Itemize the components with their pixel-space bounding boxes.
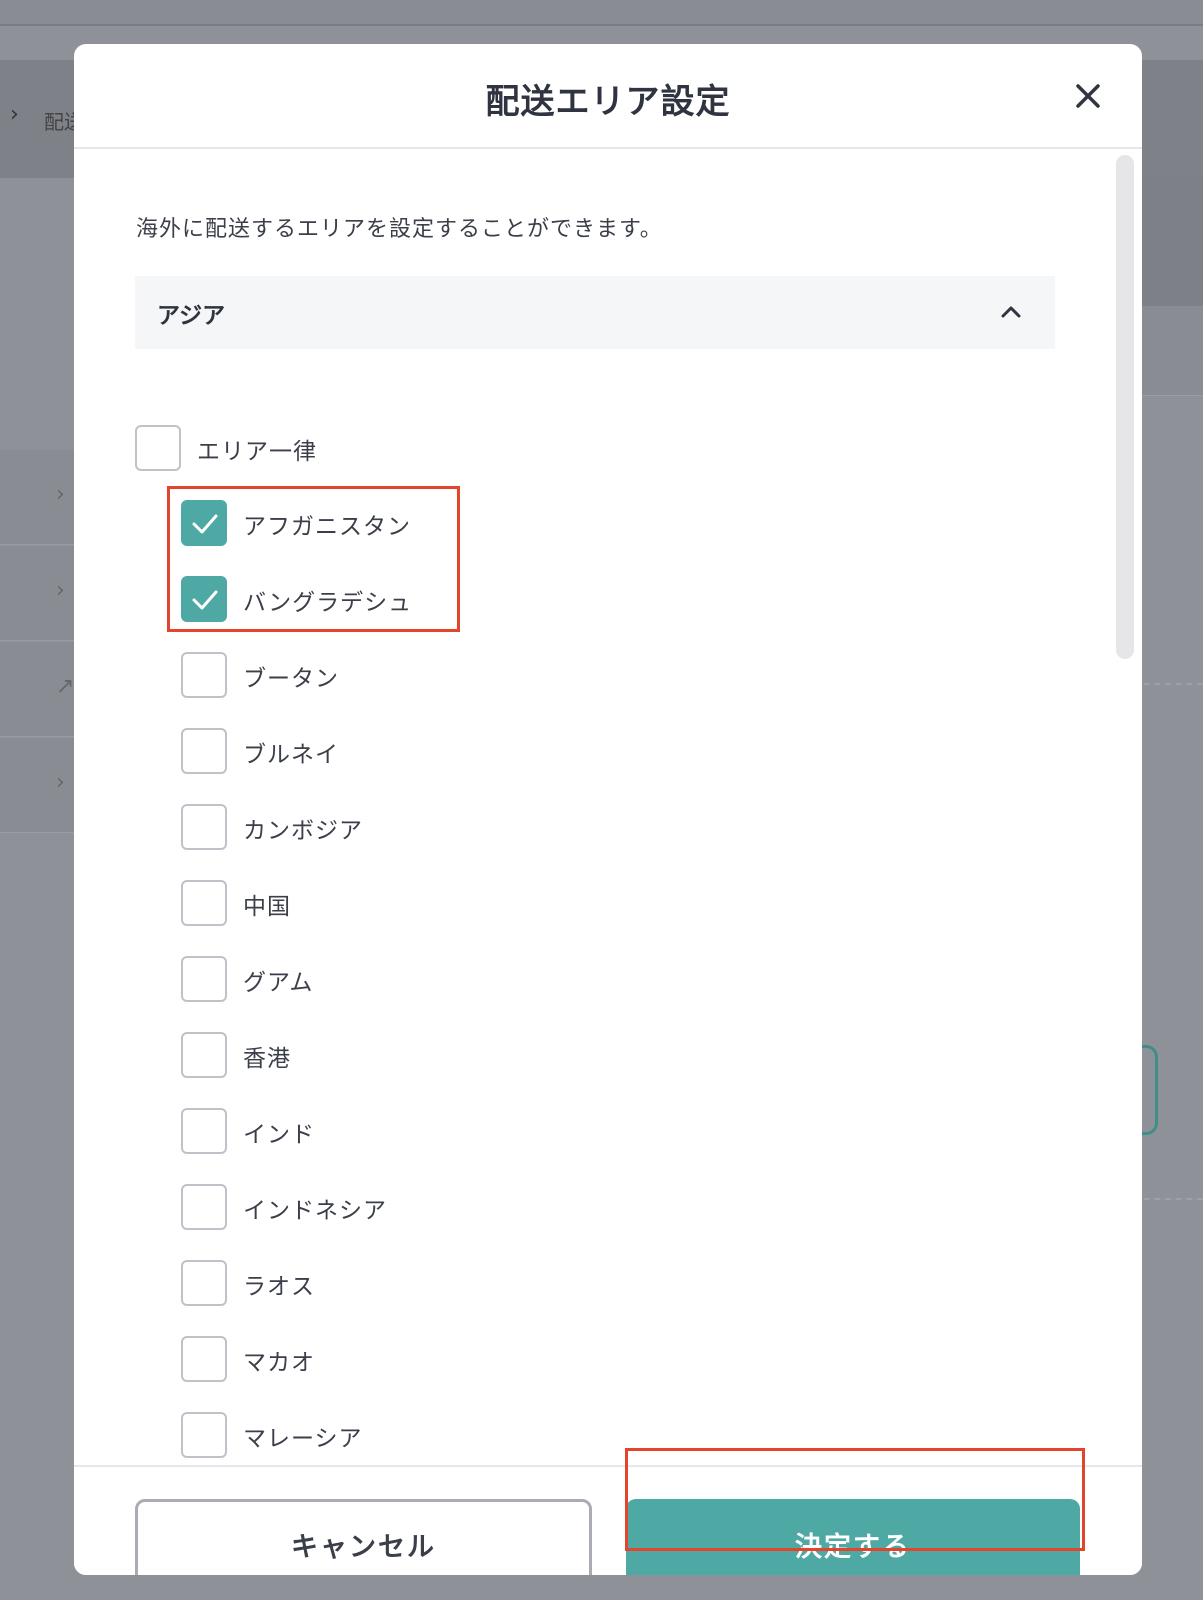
checkbox[interactable] (181, 576, 227, 622)
checkbox-label: 香港 (243, 1046, 291, 1072)
checkbox-label: グアム (243, 970, 314, 996)
checkbox-label: 中国 (243, 894, 291, 920)
background-panel-row (1140, 306, 1203, 396)
confirm-button[interactable]: 決定する (626, 1499, 1080, 1575)
checkbox[interactable] (181, 1260, 227, 1306)
checkbox-country-afghanistan[interactable]: アフガニスタン (181, 500, 441, 546)
checkbox-label: カンボジア (243, 818, 363, 844)
background-row: ↗ (0, 642, 80, 737)
checkbox[interactable] (181, 652, 227, 698)
checkbox[interactable] (181, 880, 227, 926)
checkbox-country-brunei[interactable]: ブルネイ (181, 728, 441, 774)
checkbox-label: インド (243, 1122, 315, 1148)
checkbox-country-indonesia[interactable]: インドネシア (181, 1184, 441, 1230)
checkbox-country-guam[interactable]: グアム (181, 956, 441, 1002)
checkbox[interactable] (135, 425, 181, 471)
checkbox[interactable] (181, 956, 227, 1002)
checkbox-label: ブータン (243, 666, 339, 692)
chevron-right-icon: › (56, 482, 65, 507)
checkbox[interactable] (181, 1108, 227, 1154)
checkbox-label: マカオ (243, 1350, 315, 1376)
checkbox-label: エリア一律 (197, 439, 317, 465)
checkbox-country-bangladesh[interactable]: バングラデシュ (181, 576, 441, 622)
checkbox-label: ブルネイ (243, 742, 339, 768)
checkbox[interactable] (181, 500, 227, 546)
checkbox[interactable] (181, 1412, 227, 1458)
checkbox[interactable] (181, 1184, 227, 1230)
checkbox-label: アフガニスタン (243, 514, 411, 540)
checkbox[interactable] (181, 1336, 227, 1382)
checkbox-country-macau[interactable]: マカオ (181, 1336, 441, 1382)
checkbox[interactable] (181, 804, 227, 850)
chevron-right-icon: › (56, 578, 65, 603)
background-divider (1133, 1198, 1203, 1200)
chevron-right-icon: › (10, 102, 19, 127)
scrollbar-thumb[interactable] (1116, 155, 1134, 659)
checkbox-country-cambodia[interactable]: カンボジア (181, 804, 441, 850)
checkbox-country-malaysia[interactable]: マレーシア (181, 1412, 441, 1458)
background-row: › (0, 546, 80, 641)
background-row: › (0, 450, 80, 545)
checkbox-label: バングラデシュ (243, 590, 413, 616)
group-header-asia[interactable]: アジア (135, 276, 1055, 349)
background-panel (1140, 178, 1203, 306)
background-topbar (0, 0, 1203, 26)
checkbox-label: マレーシア (243, 1426, 363, 1452)
modal-description: 海外に配送するエリアを設定することができます。 (136, 217, 663, 242)
modal-title: 配送エリア設定 (485, 82, 731, 122)
checkbox-country-india[interactable]: インド (181, 1108, 441, 1154)
group-label: アジア (157, 303, 226, 329)
checkbox-country-laos[interactable]: ラオス (181, 1260, 441, 1306)
checkbox-label: ラオス (243, 1274, 315, 1300)
chevron-up-icon (1001, 306, 1021, 318)
modal-header: 配送エリア設定 (74, 44, 1142, 149)
checkbox-country-hongkong[interactable]: 香港 (181, 1032, 441, 1078)
checkbox-country-bhutan[interactable]: ブータン (181, 652, 441, 698)
checkmark-icon (192, 590, 218, 610)
background-divider (1133, 683, 1203, 685)
external-link-icon: ↗ (56, 674, 75, 699)
background-row: › (0, 738, 80, 833)
background-breadcrumb-text: 配送 (44, 110, 74, 134)
checkbox-label: インドネシア (243, 1198, 387, 1224)
shipping-area-modal: 配送エリア設定 海外に配送するエリアを設定することができます。 アジア エリア一… (74, 44, 1142, 1575)
checkbox-area-uniform[interactable]: エリア一律 (135, 425, 435, 471)
chevron-right-icon: › (56, 770, 65, 795)
modal-body[interactable]: 海外に配送するエリアを設定することができます。 アジア エリア一律 アフガニスタ… (74, 151, 1142, 1465)
checkbox[interactable] (181, 728, 227, 774)
checkmark-icon (192, 514, 218, 534)
checkbox-country-china[interactable]: 中国 (181, 880, 441, 926)
cancel-button[interactable]: キャンセル (135, 1499, 592, 1575)
modal-footer: キャンセル 決定する (74, 1465, 1142, 1575)
close-icon[interactable] (1070, 78, 1106, 114)
checkbox[interactable] (181, 1032, 227, 1078)
